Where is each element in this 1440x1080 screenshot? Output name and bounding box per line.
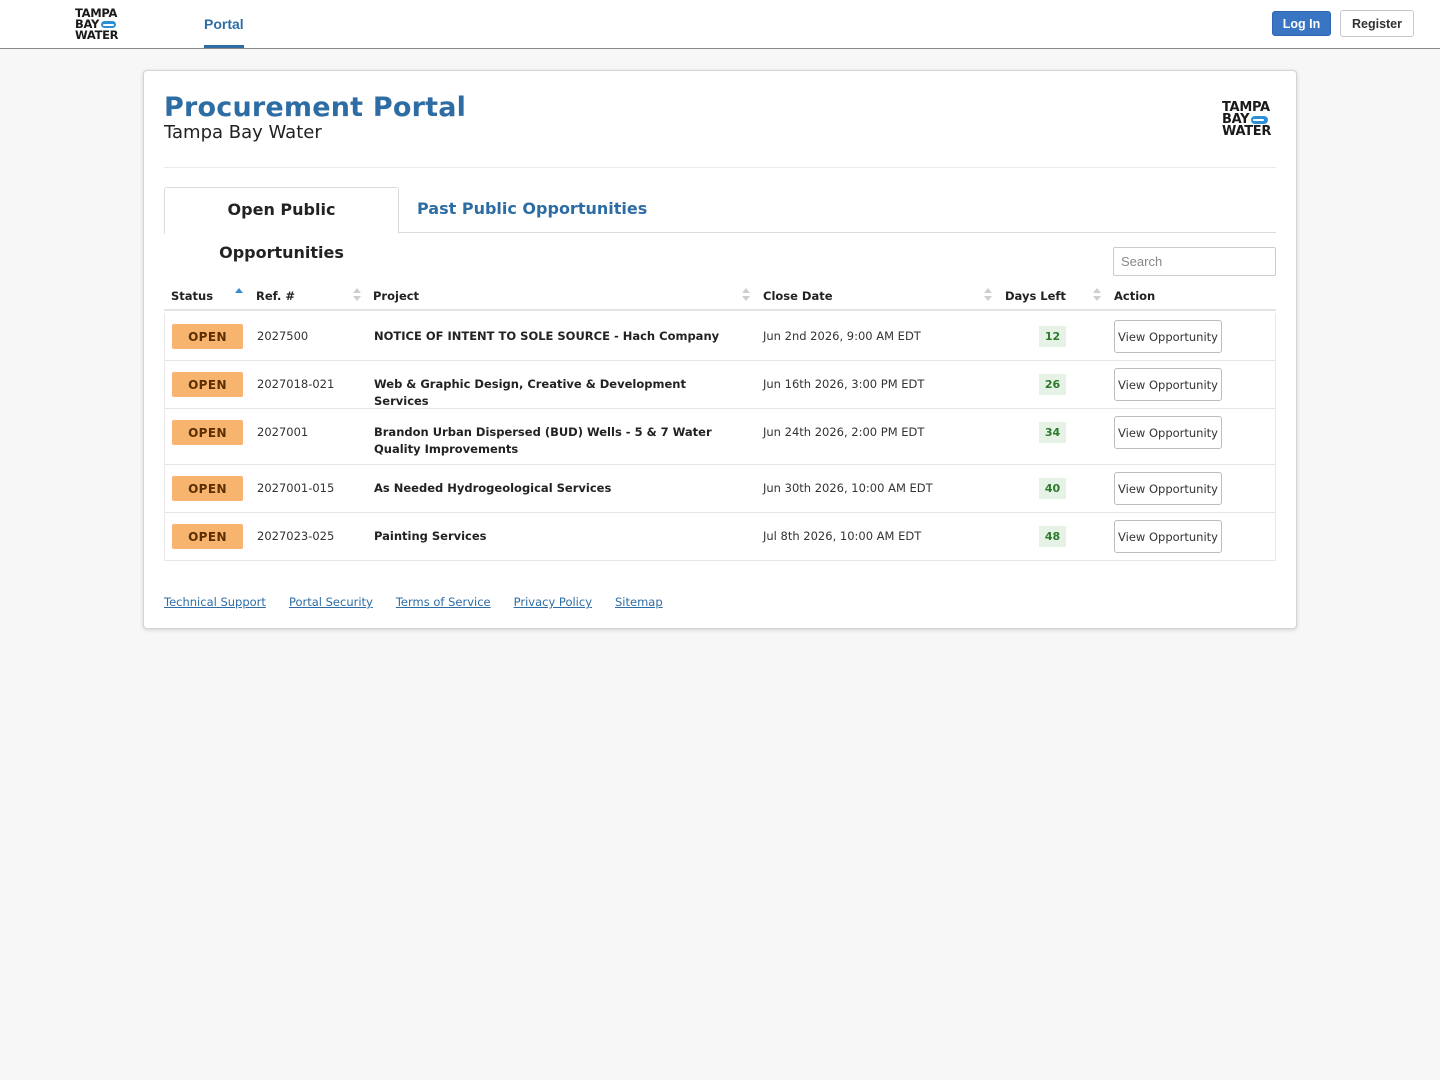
column-header-project[interactable]: Project — [373, 281, 419, 311]
status-badge: OPEN — [172, 476, 243, 501]
project-name: Painting Services — [374, 529, 487, 543]
terms-of-service-link[interactable]: Terms of Service — [396, 595, 491, 609]
nav-portal-link[interactable]: Portal — [204, 0, 244, 48]
days-left-badge: 40 — [1039, 478, 1066, 499]
logo-line-3: WATER — [75, 28, 119, 42]
divider — [164, 167, 1276, 168]
ref-number: 2027023-025 — [257, 529, 335, 543]
table-row: OPEN 2027500 NOTICE OF INTENT TO SOLE SO… — [165, 313, 1275, 361]
column-header-ref[interactable]: Ref. # — [256, 281, 295, 311]
procurement-card: Procurement Portal Tampa Bay Water TAMPA… — [143, 70, 1297, 629]
sort-icon[interactable] — [353, 288, 361, 302]
sort-icon[interactable] — [742, 288, 750, 302]
column-header-close-date[interactable]: Close Date — [763, 281, 833, 311]
page-subtitle: Tampa Bay Water — [164, 122, 322, 143]
status-badge: OPEN — [172, 372, 243, 397]
view-opportunity-button[interactable]: View Opportunity — [1114, 416, 1222, 449]
close-date: Jun 24th 2026, 2:00 PM EDT — [763, 425, 925, 439]
view-opportunity-button[interactable]: View Opportunity — [1114, 368, 1222, 401]
tampa-bay-water-logo[interactable]: TAMPA BAY WATER — [75, 7, 119, 42]
column-header-action: Action — [1114, 289, 1156, 303]
register-button[interactable]: Register — [1340, 10, 1414, 37]
sort-asc-icon[interactable] — [235, 288, 243, 302]
days-left-badge: 34 — [1039, 422, 1066, 443]
days-left-badge: 48 — [1039, 526, 1066, 547]
close-date: Jun 2nd 2026, 9:00 AM EDT — [763, 329, 921, 343]
sort-icon[interactable] — [1093, 288, 1101, 302]
card-logo: TAMPA BAY WATER — [1222, 101, 1272, 139]
table-header: Status Ref. # Project Close Date Days Le… — [164, 281, 1276, 311]
wave-icon — [1251, 116, 1269, 124]
project-name: Web & Graphic Design, Creative & Develop… — [374, 377, 686, 408]
wave-icon — [101, 21, 116, 28]
project-name: Brandon Urban Dispersed (BUD) Wells - 5 … — [374, 425, 712, 456]
ref-number: 2027001 — [257, 425, 309, 439]
status-badge: OPEN — [172, 324, 243, 349]
view-opportunity-button[interactable]: View Opportunity — [1114, 520, 1222, 553]
search-input[interactable] — [1113, 247, 1276, 276]
tab-open-opportunities[interactable]: Open Public Opportunities — [164, 187, 399, 262]
top-navbar: TAMPA BAY WATER Portal Log In Register — [0, 0, 1440, 49]
privacy-policy-link[interactable]: Privacy Policy — [514, 595, 592, 609]
close-date: Jun 16th 2026, 3:00 PM EDT — [763, 377, 925, 391]
table-row: OPEN 2027001-015 As Needed Hydrogeologic… — [165, 465, 1275, 513]
ref-number: 2027018-021 — [257, 377, 335, 391]
days-left-badge: 12 — [1039, 326, 1066, 347]
sort-icon[interactable] — [984, 288, 992, 302]
status-badge: OPEN — [172, 524, 243, 549]
days-left-badge: 26 — [1039, 374, 1066, 395]
sitemap-link[interactable]: Sitemap — [615, 595, 663, 609]
opportunity-tabs: Open Public Opportunities Past Public Op… — [164, 187, 1276, 262]
table-row: OPEN 2027023-025 Painting Services Jul 8… — [165, 513, 1275, 561]
column-header-days-left[interactable]: Days Left — [1005, 281, 1066, 311]
project-name: NOTICE OF INTENT TO SOLE SOURCE - Hach C… — [374, 329, 720, 343]
column-header-status[interactable]: Status — [171, 281, 213, 311]
logo-line-3: WATER — [1222, 124, 1272, 139]
portal-security-link[interactable]: Portal Security — [289, 595, 373, 609]
table-row: OPEN 2027001 Brandon Urban Dispersed (BU… — [165, 409, 1275, 465]
ref-number: 2027001-015 — [257, 481, 335, 495]
table-row: OPEN 2027018-021 Web & Graphic Design, C… — [165, 361, 1275, 409]
opportunities-table-body: OPEN 2027500 NOTICE OF INTENT TO SOLE SO… — [164, 313, 1276, 561]
tab-past-opportunities[interactable]: Past Public Opportunities — [417, 187, 647, 233]
ref-number: 2027500 — [257, 329, 309, 343]
view-opportunity-button[interactable]: View Opportunity — [1114, 320, 1222, 353]
footer-links: Technical Support Portal Security Terms … — [164, 595, 686, 609]
page-title: Procurement Portal — [164, 92, 467, 123]
view-opportunity-button[interactable]: View Opportunity — [1114, 472, 1222, 505]
close-date: Jun 30th 2026, 10:00 AM EDT — [763, 481, 933, 495]
login-button[interactable]: Log In — [1272, 11, 1331, 36]
status-badge: OPEN — [172, 420, 243, 445]
close-date: Jul 8th 2026, 10:00 AM EDT — [763, 529, 922, 543]
project-name: As Needed Hydrogeological Services — [374, 481, 612, 495]
technical-support-link[interactable]: Technical Support — [164, 595, 266, 609]
